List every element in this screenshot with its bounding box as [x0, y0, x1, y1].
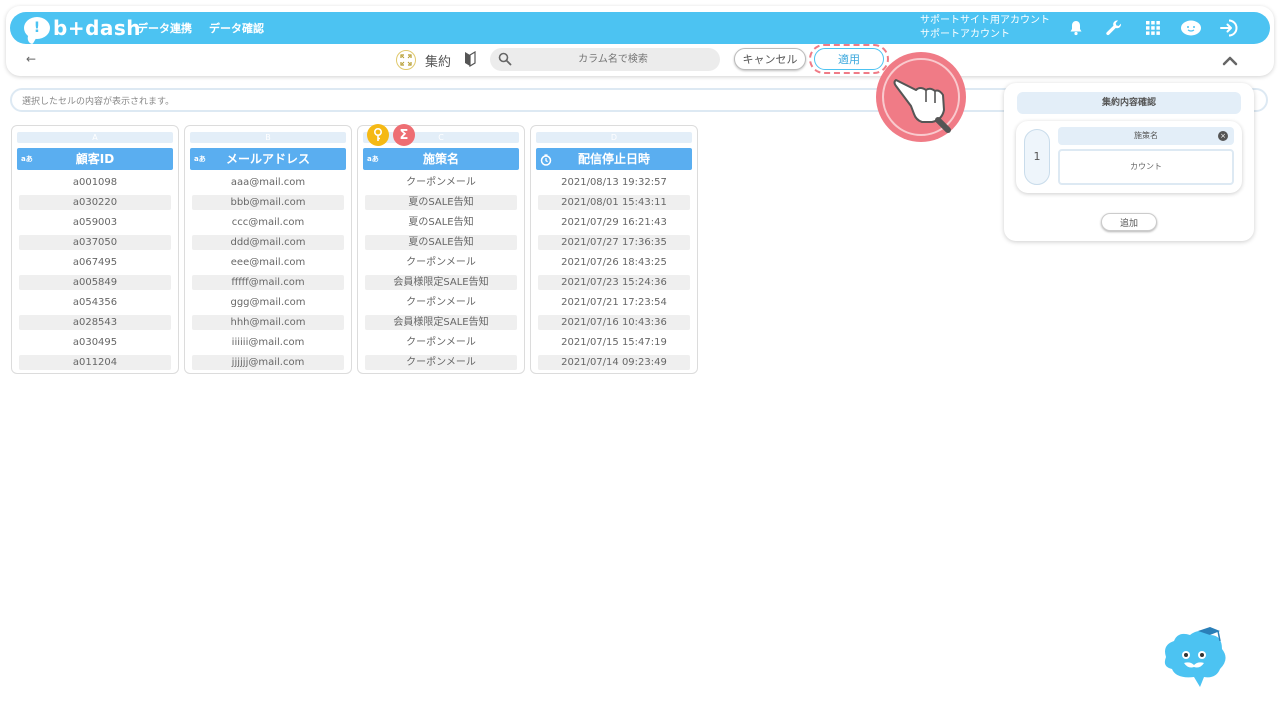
table-cell[interactable]: a001098	[19, 175, 171, 190]
back-arrow-icon[interactable]: ←	[26, 52, 36, 66]
nav-data-check[interactable]: データ確認	[209, 20, 264, 36]
table-cell[interactable]: iiiiii@mail.com	[192, 335, 344, 350]
logo-icon: !	[24, 17, 50, 39]
table-cell[interactable]: 2021/07/29 16:21:43	[538, 215, 690, 230]
table-cell[interactable]: a030220	[19, 195, 171, 210]
table-cell[interactable]: 夏のSALE告知	[365, 215, 517, 230]
logout-icon[interactable]	[1216, 15, 1242, 41]
table-cell[interactable]: クーポンメール	[365, 295, 517, 310]
aggregation-type[interactable]: カウント	[1058, 149, 1234, 185]
table-cell[interactable]: 2021/07/15 15:47:19	[538, 335, 690, 350]
pointing-hand-icon	[874, 50, 968, 148]
column-letter: A	[17, 132, 173, 143]
column-header[interactable]: 配信停止日時	[536, 148, 692, 170]
table-cell[interactable]: クーポンメール	[365, 335, 517, 350]
aggregate-panel: 集約内容確認 1 施策名 × カウント 追加	[1004, 83, 1254, 241]
table-cell[interactable]: a005849	[19, 275, 171, 290]
account-name: サポートアカウント	[920, 29, 1010, 40]
column-name: 配信停止日時	[577, 152, 650, 166]
table-cell[interactable]: aaa@mail.com	[192, 175, 344, 190]
column-c[interactable]: C Σ aあ 施策名 クーポンメール 夏のSALE告知 夏のSALE告知 夏のSA…	[357, 124, 525, 374]
table-cell[interactable]: 夏のSALE告知	[365, 235, 517, 250]
column-letter: B	[190, 132, 346, 143]
table-cell[interactable]: ggg@mail.com	[192, 295, 344, 310]
sigma-icon: Σ	[393, 124, 415, 146]
table-cell[interactable]: 2021/07/26 18:43:25	[538, 255, 690, 270]
chevron-up-icon[interactable]	[1222, 52, 1238, 71]
close-icon[interactable]: ×	[1218, 131, 1228, 141]
table-cell[interactable]: 会員様限定SALE告知	[365, 275, 517, 290]
rule-index: 1	[1024, 129, 1050, 185]
table-cell[interactable]: クーポンメール	[365, 255, 517, 270]
app-root: ! b+dash データ連携 データ確認 サポートサイト用アカウント サポートア…	[0, 0, 1280, 720]
brand-name: b+dash	[53, 16, 142, 40]
grid-icon[interactable]	[1140, 15, 1166, 41]
table-cell[interactable]: クーポンメール	[365, 175, 517, 190]
column-header[interactable]: aあ 施策名	[363, 148, 519, 170]
table-cell[interactable]: a028543	[19, 315, 171, 330]
text-type-icon: aあ	[194, 155, 206, 163]
table-cell[interactable]: bbb@mail.com	[192, 195, 344, 210]
column-name: 顧客ID	[75, 152, 115, 166]
clock-type-icon	[540, 153, 552, 175]
table-cell[interactable]: クーポンメール	[365, 355, 517, 370]
beginner-mark-icon[interactable]	[464, 50, 476, 71]
cancel-button[interactable]: キャンセル	[734, 48, 806, 70]
aggregate-icon[interactable]	[396, 50, 416, 70]
table-cell[interactable]: 2021/08/01 15:43:11	[538, 195, 690, 210]
column-search[interactable]	[490, 48, 720, 71]
search-icon	[498, 52, 512, 66]
column-name: 施策名	[422, 152, 459, 166]
column-letter: D	[536, 132, 692, 143]
nav-data-integration[interactable]: データ連携	[137, 20, 192, 36]
table-cell[interactable]: ccc@mail.com	[192, 215, 344, 230]
table-cell[interactable]: a030495	[19, 335, 171, 350]
table-cell[interactable]: a037050	[19, 235, 171, 250]
column-header[interactable]: aあ 顧客ID	[17, 148, 173, 170]
aggregate-rule-card: 1 施策名 × カウント	[1016, 121, 1242, 193]
logo[interactable]: ! b+dash	[24, 16, 141, 40]
add-button[interactable]: 追加	[1101, 213, 1157, 231]
table-cell[interactable]: jjjjjj@mail.com	[192, 355, 344, 370]
column-d[interactable]: D 配信停止日時 2021/08/13 19:32:57 2021/08/01 …	[530, 125, 698, 374]
aggregate-field-label: 施策名	[1134, 131, 1158, 140]
table-cell[interactable]: ddd@mail.com	[192, 235, 344, 250]
top-bar: ! b+dash データ連携 データ確認 サポートサイト用アカウント サポートア…	[10, 12, 1270, 44]
table-cell[interactable]: 2021/08/13 19:32:57	[538, 175, 690, 190]
table-cell[interactable]: 2021/07/23 15:24:36	[538, 275, 690, 290]
search-input[interactable]	[518, 50, 708, 69]
table-cell[interactable]: eee@mail.com	[192, 255, 344, 270]
table-cell[interactable]: 2021/07/16 10:43:36	[538, 315, 690, 330]
table-cell[interactable]: hhh@mail.com	[192, 315, 344, 330]
key-icon	[367, 124, 389, 146]
account-site: サポートサイト用アカウント	[920, 15, 1050, 26]
column-b[interactable]: B aあ メールアドレス aaa@mail.com bbb@mail.com cc…	[184, 125, 352, 374]
mascot-icon[interactable]	[1160, 625, 1230, 699]
table-cell[interactable]: a054356	[19, 295, 171, 310]
column-a[interactable]: A aあ 顧客ID a001098 a030220 a059003 a037050…	[11, 125, 179, 374]
mascot-icon[interactable]	[1178, 15, 1204, 41]
table-cell[interactable]: 2021/07/14 09:23:49	[538, 355, 690, 370]
table-cell[interactable]: 夏のSALE告知	[365, 195, 517, 210]
table-cell[interactable]: fffff@mail.com	[192, 275, 344, 290]
text-type-icon: aあ	[21, 155, 33, 163]
table-cell[interactable]: a059003	[19, 215, 171, 230]
table-cell[interactable]: 2021/07/27 17:36:35	[538, 235, 690, 250]
table-cell[interactable]: 2021/07/21 17:23:54	[538, 295, 690, 310]
wrench-icon[interactable]	[1101, 15, 1127, 41]
column-name: メールアドレス	[225, 152, 310, 166]
table-cell[interactable]: 会員様限定SALE告知	[365, 315, 517, 330]
panel-title: 集約内容確認	[1017, 92, 1241, 114]
aggregate-label: 集約	[425, 55, 452, 70]
bell-icon[interactable]	[1063, 15, 1089, 41]
column-header[interactable]: aあ メールアドレス	[190, 148, 346, 170]
table-cell[interactable]: a011204	[19, 355, 171, 370]
table-cell[interactable]: a067495	[19, 255, 171, 270]
account-info[interactable]: サポートサイト用アカウント サポートアカウント	[920, 14, 1050, 42]
text-type-icon: aあ	[367, 155, 379, 163]
aggregate-field[interactable]: 施策名 ×	[1058, 127, 1234, 145]
cell-preview-placeholder: 選択したセルの内容が表示されます。	[22, 97, 175, 107]
